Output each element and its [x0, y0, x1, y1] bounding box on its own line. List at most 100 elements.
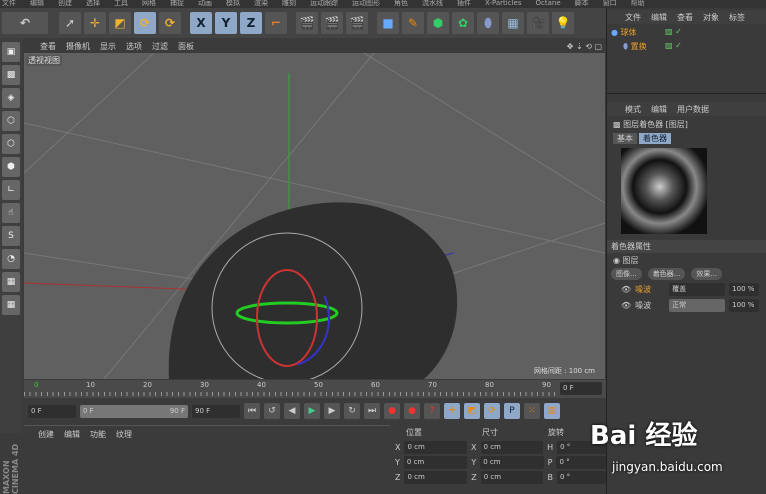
key-scale-button[interactable]: ◩: [464, 403, 480, 419]
render-view-button[interactable]: 🎬: [296, 12, 318, 34]
pen-icon[interactable]: ✎: [402, 12, 424, 34]
blend-mode-select[interactable]: 覆盖: [669, 283, 726, 296]
tweak-icon[interactable]: ☝: [2, 203, 20, 223]
attr-menu-userdata[interactable]: 用户数据: [677, 104, 709, 115]
timeline-window-button[interactable]: ▥: [544, 403, 560, 419]
shader-button[interactable]: 着色器...: [647, 268, 686, 280]
perspective-viewport[interactable]: 透视视图 网格间距 : 100 cm: [24, 53, 605, 379]
blend-mode-select[interactable]: 正常: [669, 299, 726, 312]
attr-menu-edit[interactable]: 编辑: [651, 104, 667, 115]
menu-help[interactable]: 帮助: [631, 0, 645, 8]
viewport-menu-cameras[interactable]: 摄像机: [66, 41, 90, 52]
viewport-nav-icons[interactable]: ✥ ⇣ ⟲ ▢: [567, 42, 602, 51]
workplane-icon[interactable]: ▦: [2, 272, 20, 292]
cube-icon[interactable]: ■: [377, 12, 399, 34]
model-mode-icon[interactable]: ◈: [2, 88, 20, 108]
z-axis-button[interactable]: Z: [240, 12, 262, 34]
points-mode-icon[interactable]: ⬡: [2, 111, 20, 131]
menu-create[interactable]: 创建: [58, 0, 72, 8]
visibility-check-icon[interactable]: ▨ ✓: [665, 27, 682, 36]
solo-icon[interactable]: S: [2, 226, 20, 246]
make-editable-icon[interactable]: ▣: [2, 42, 20, 62]
position-y-field[interactable]: 0 cm: [403, 456, 468, 469]
scale-tool-button[interactable]: ◩: [109, 12, 131, 34]
menu-animate[interactable]: 动画: [198, 0, 212, 8]
current-frame-field[interactable]: 0 F: [560, 382, 602, 395]
light-icon[interactable]: 💡: [552, 12, 574, 34]
effect-button[interactable]: 效果...: [691, 268, 723, 280]
viewport-menu-panel[interactable]: 面板: [178, 41, 194, 52]
menu-xparticles[interactable]: X-Particles: [485, 0, 521, 8]
previous-key-button[interactable]: ↺: [264, 403, 280, 419]
opacity-field[interactable]: 100 %: [729, 283, 760, 296]
opacity-field[interactable]: 100 %: [729, 299, 760, 312]
size-z-field[interactable]: 0 cm: [480, 471, 544, 484]
render-settings-button[interactable]: 🎬: [346, 12, 368, 34]
key-rotation-button[interactable]: ⟳: [484, 403, 500, 419]
select-tool-button[interactable]: ➚: [59, 12, 81, 34]
end-frame-field[interactable]: 90 F: [192, 404, 240, 418]
frame-range-slider[interactable]: 0 F 90 F: [80, 404, 188, 418]
move-tool-button[interactable]: ✛: [84, 12, 106, 34]
polygons-mode-icon[interactable]: ⬢: [2, 157, 20, 177]
material-menu-function[interactable]: 功能: [90, 429, 106, 440]
menu-pipeline[interactable]: 流水线: [422, 0, 443, 8]
layer-name[interactable]: 噪波: [635, 300, 651, 311]
menu-mograph[interactable]: 运动图形: [352, 0, 380, 8]
menu-sculpt[interactable]: 雕刻: [282, 0, 296, 8]
viewport-menu-view[interactable]: 查看: [40, 41, 56, 52]
layer-name[interactable]: 噪波: [635, 284, 651, 295]
menu-simulate[interactable]: 模拟: [226, 0, 240, 8]
coordinate-system-button[interactable]: ⌐: [265, 12, 287, 34]
menu-mesh[interactable]: 网格: [142, 0, 156, 8]
array-icon[interactable]: ✿: [452, 12, 474, 34]
menu-motion-tracking[interactable]: 运动跟踪: [310, 0, 338, 8]
next-key-button[interactable]: ↻: [344, 403, 360, 419]
recent-tool-button[interactable]: ⟳: [159, 12, 181, 34]
snap-icon[interactable]: ◔: [2, 249, 20, 269]
floor-icon[interactable]: ▦: [502, 12, 524, 34]
menu-script[interactable]: 脚本: [575, 0, 589, 8]
material-menu-create[interactable]: 创建: [38, 429, 54, 440]
menu-tools[interactable]: 工具: [114, 0, 128, 8]
objects-menu-objects[interactable]: 对象: [703, 12, 719, 23]
menu-select[interactable]: 选择: [86, 0, 100, 8]
object-item-sphere[interactable]: ● 球体 ▨ ✓: [607, 24, 766, 38]
menu-edit[interactable]: 编辑: [30, 0, 44, 8]
viewport-menu-filter[interactable]: 过滤: [152, 41, 168, 52]
position-x-field[interactable]: 0 cm: [404, 441, 468, 454]
previous-frame-button[interactable]: ◀: [284, 403, 300, 419]
undo-button[interactable]: ↶: [2, 12, 48, 34]
next-frame-button[interactable]: ▶: [324, 403, 340, 419]
eye-icon[interactable]: 👁: [621, 301, 631, 310]
x-axis-button[interactable]: X: [190, 12, 212, 34]
viewport-menu-options[interactable]: 选项: [126, 41, 142, 52]
menu-snap[interactable]: 捕捉: [170, 0, 184, 8]
texture-mode-icon[interactable]: ▩: [2, 65, 20, 85]
tab-shader[interactable]: 着色器: [639, 133, 671, 144]
rotate-tool-button[interactable]: ⟳: [134, 12, 156, 34]
autokey-button[interactable]: ●: [404, 403, 420, 419]
axis-icon[interactable]: ∟: [2, 180, 20, 200]
key-parameter-button[interactable]: P: [504, 403, 520, 419]
go-to-start-button[interactable]: ⏮: [244, 403, 260, 419]
camera-icon[interactable]: 🎥: [527, 12, 549, 34]
record-key-button[interactable]: ●: [384, 403, 400, 419]
material-menu-texture[interactable]: 纹理: [116, 429, 132, 440]
tab-basic[interactable]: 基本: [613, 133, 637, 144]
go-to-end-button[interactable]: ⏭: [364, 403, 380, 419]
viewport-menu-display[interactable]: 显示: [100, 41, 116, 52]
render-picture-viewer-button[interactable]: 🎬: [321, 12, 343, 34]
menu-file[interactable]: 文件: [2, 0, 16, 8]
menu-window[interactable]: 窗口: [603, 0, 617, 8]
object-item-displacer[interactable]: ⬮ 置换 ▨ ✓: [607, 38, 766, 52]
menu-octane[interactable]: Octane: [535, 0, 560, 8]
objects-menu-view[interactable]: 查看: [677, 12, 693, 23]
menu-plugins[interactable]: 插件: [457, 0, 471, 8]
size-y-field[interactable]: 0 cm: [480, 456, 544, 469]
objects-menu-edit[interactable]: 编辑: [651, 12, 667, 23]
locked-workplane-icon[interactable]: ▦: [2, 295, 20, 315]
menu-render[interactable]: 渲染: [254, 0, 268, 8]
position-z-field[interactable]: 0 cm: [404, 471, 468, 484]
attr-menu-mode[interactable]: 模式: [625, 104, 641, 115]
